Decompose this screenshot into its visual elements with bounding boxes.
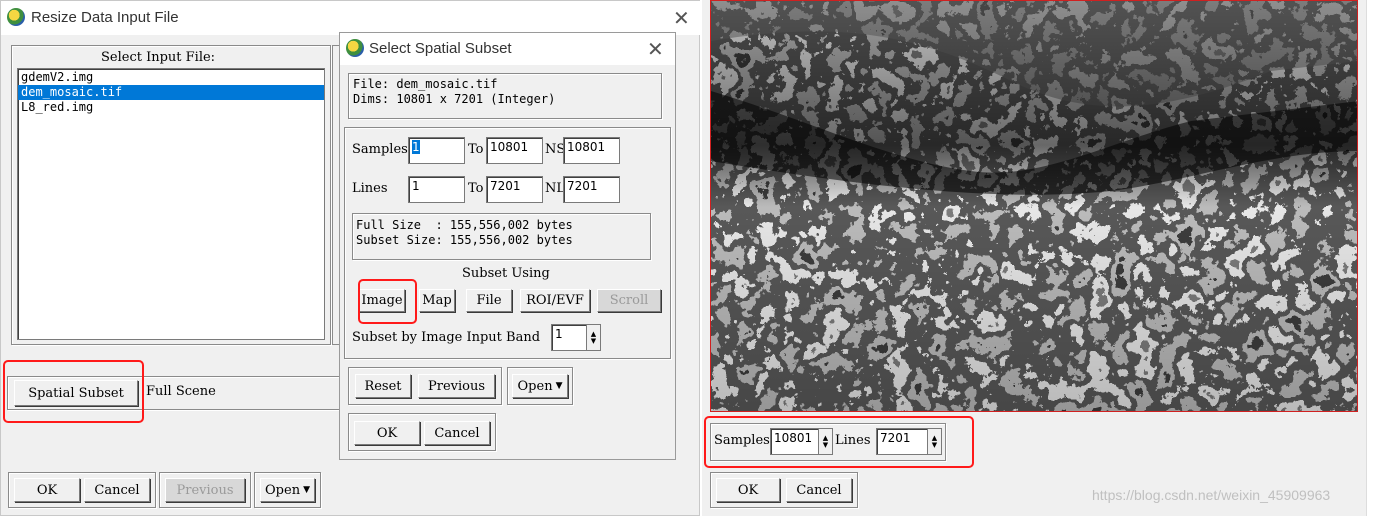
lines-label: Lines: [352, 181, 388, 196]
watermark: https://blog.csdn.net/weixin_45909963: [1092, 487, 1331, 503]
cancel-button[interactable]: Cancel: [424, 421, 490, 445]
cancel-button[interactable]: Cancel: [786, 478, 852, 502]
open-label: Open: [265, 482, 301, 498]
reset-button[interactable]: Reset: [355, 374, 411, 398]
band-label: Subset by Image Input Band: [352, 330, 541, 345]
subset-size-text: Subset Size: 155,556,002 bytes: [356, 233, 573, 247]
ns-input[interactable]: 10801: [563, 137, 620, 164]
lines-from-input[interactable]: 1: [408, 176, 465, 203]
dem-preview-image[interactable]: [710, 0, 1358, 412]
samples-to-input[interactable]: 10801: [486, 137, 543, 164]
samples-from-input[interactable]: 1: [408, 137, 465, 164]
select-spatial-subset-dialog: Select Spatial Subset ✕ File: dem_mosaic…: [339, 32, 676, 460]
samples-to-label: To: [468, 142, 484, 157]
samples-from-value: 1: [412, 140, 420, 154]
dialog-title: Select Spatial Subset: [369, 40, 512, 57]
ok-button[interactable]: OK: [14, 478, 80, 502]
subset-using-label: Subset Using: [462, 266, 550, 281]
dims-text: Dims: 10801 x 7201 (Integer): [353, 92, 556, 106]
background-page-edge: [1366, 0, 1373, 516]
open-button[interactable]: Open ▼: [260, 478, 315, 502]
band-input[interactable]: 1 ▲ ▼: [551, 324, 601, 351]
cancel-button[interactable]: Cancel: [84, 478, 150, 502]
dropdown-arrow-icon: ▼: [303, 485, 310, 495]
dropdown-arrow-icon: ▼: [555, 381, 563, 391]
scroll-button[interactable]: Scroll: [597, 289, 661, 312]
previous-button[interactable]: Previous: [418, 374, 495, 398]
ok-button[interactable]: OK: [354, 421, 420, 445]
band-value: 1: [555, 327, 563, 341]
highlight-dimensions: [704, 416, 974, 468]
close-icon[interactable]: ✕: [647, 40, 664, 60]
open-label: Open: [517, 378, 553, 394]
open-button[interactable]: Open ▼: [512, 374, 568, 398]
band-spinner-icon[interactable]: ▲ ▼: [586, 325, 600, 350]
list-item[interactable]: L8_red.img: [18, 100, 324, 115]
map-button[interactable]: Map: [419, 289, 455, 312]
nl-input[interactable]: 7201: [563, 176, 620, 203]
samples-label: Samples: [352, 142, 408, 157]
ok-button[interactable]: OK: [716, 478, 780, 502]
select-input-label: Select Input File:: [101, 50, 216, 65]
image-subset-window: Samples 10801 ▲ ▼ Lines 7201 ▲ ▼ OK Cancel…: [702, 0, 1366, 516]
nl-label: NL: [545, 181, 566, 196]
envi-logo-icon: [7, 8, 25, 26]
window-title: Resize Data Input File: [31, 9, 179, 26]
lines-to-input[interactable]: 7201: [486, 176, 543, 203]
file-list[interactable]: gdemV2.img dem_mosaic.tif L8_red.img: [17, 68, 325, 340]
lines-to-label: To: [468, 181, 484, 196]
full-size-text: Full Size : 155,556,002 bytes: [356, 218, 573, 232]
spatial-subset-value: Full Scene: [146, 384, 216, 399]
close-icon[interactable]: ✕: [673, 9, 690, 29]
list-item[interactable]: dem_mosaic.tif: [18, 85, 324, 100]
previous-button[interactable]: Previous: [165, 478, 245, 502]
highlight-spatial-subset: [3, 360, 144, 423]
highlight-image-button: [358, 279, 417, 324]
envi-logo-icon: [346, 39, 364, 57]
file-name-text: File: dem_mosaic.tif: [353, 77, 498, 91]
roi-evf-button[interactable]: ROI/EVF: [520, 289, 590, 312]
list-item[interactable]: gdemV2.img: [18, 70, 324, 85]
file-button[interactable]: File: [466, 289, 512, 312]
